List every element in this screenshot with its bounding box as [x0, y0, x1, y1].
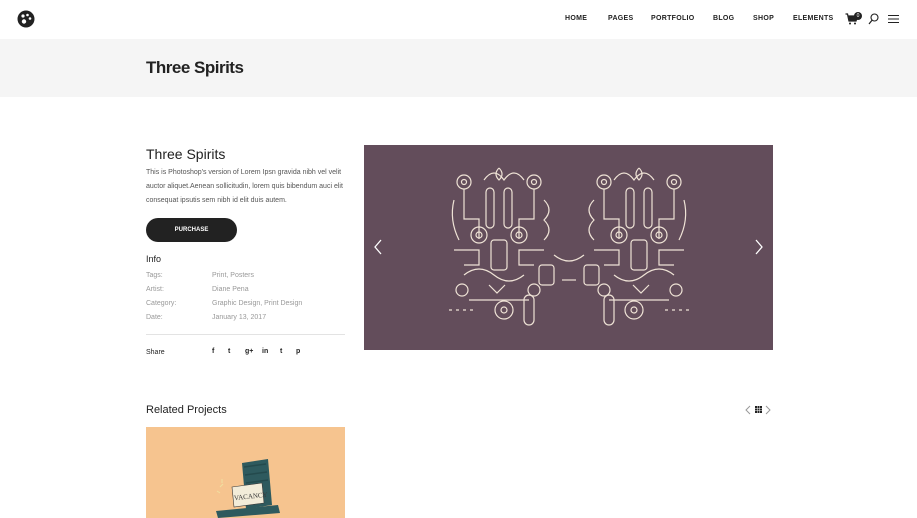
nav-elements[interactable]: ELEMENTS	[793, 15, 834, 22]
hamburger-menu-icon[interactable]	[888, 14, 899, 24]
nav-pages[interactable]: PAGES	[608, 15, 634, 22]
pinterest-icon[interactable]: p	[296, 348, 300, 355]
info-value-date: January 13, 2017	[212, 314, 267, 321]
nav-home[interactable]: HOME	[565, 15, 587, 22]
tumblr-icon[interactable]: t	[280, 348, 282, 355]
info-value-tags[interactable]: Print, Posters	[212, 272, 254, 279]
twitter-icon[interactable]: t	[228, 348, 230, 355]
google-plus-icon[interactable]: g+	[245, 348, 253, 355]
gallery-prev-arrow-icon[interactable]	[373, 238, 383, 256]
gallery-next-arrow-icon[interactable]	[754, 238, 764, 256]
divider	[146, 334, 345, 335]
info-value-artist: Diane Pena	[212, 286, 249, 293]
title-band	[0, 39, 917, 97]
info-label: Tags:	[146, 272, 163, 279]
linkedin-icon[interactable]: in	[262, 348, 268, 355]
info-value-category[interactable]: Graphic Design, Print Design	[212, 300, 302, 307]
related-project-thumbnail[interactable]: VACANCY	[146, 427, 345, 518]
info-label: Date:	[146, 314, 163, 321]
related-next-icon[interactable]	[764, 405, 772, 415]
purchase-button[interactable]: PURCHASE	[146, 218, 237, 242]
nav-portfolio[interactable]: PORTFOLIO	[651, 15, 695, 22]
info-label: Artist:	[146, 286, 164, 293]
info-heading: Info	[146, 254, 162, 264]
project-title: Three Spirits	[146, 146, 226, 162]
facebook-icon[interactable]: f	[212, 348, 214, 355]
related-prev-icon[interactable]	[744, 405, 752, 415]
page-title: Three Spirits	[146, 58, 244, 77]
line-art-illustration	[449, 167, 689, 326]
site-header: HOME PAGES PORTFOLIO BLOG SHOP ELEMENTS …	[0, 0, 917, 39]
palette-logo-icon[interactable]	[17, 10, 35, 28]
related-projects-title: Related Projects	[146, 404, 227, 416]
search-icon[interactable]	[868, 13, 879, 25]
info-label: Category:	[146, 300, 177, 307]
grid-icon[interactable]	[755, 406, 762, 413]
nav-blog[interactable]: BLOG	[713, 15, 734, 22]
project-description: This is Photoshop's version of Lorem Ips…	[146, 169, 343, 204]
nav-shop[interactable]: SHOP	[753, 15, 774, 22]
project-gallery[interactable]	[364, 145, 773, 350]
cart-count-badge: 0	[854, 12, 862, 20]
vacancy-chair-illustration: VACANCY	[216, 459, 280, 518]
share-label: Share	[146, 349, 165, 356]
